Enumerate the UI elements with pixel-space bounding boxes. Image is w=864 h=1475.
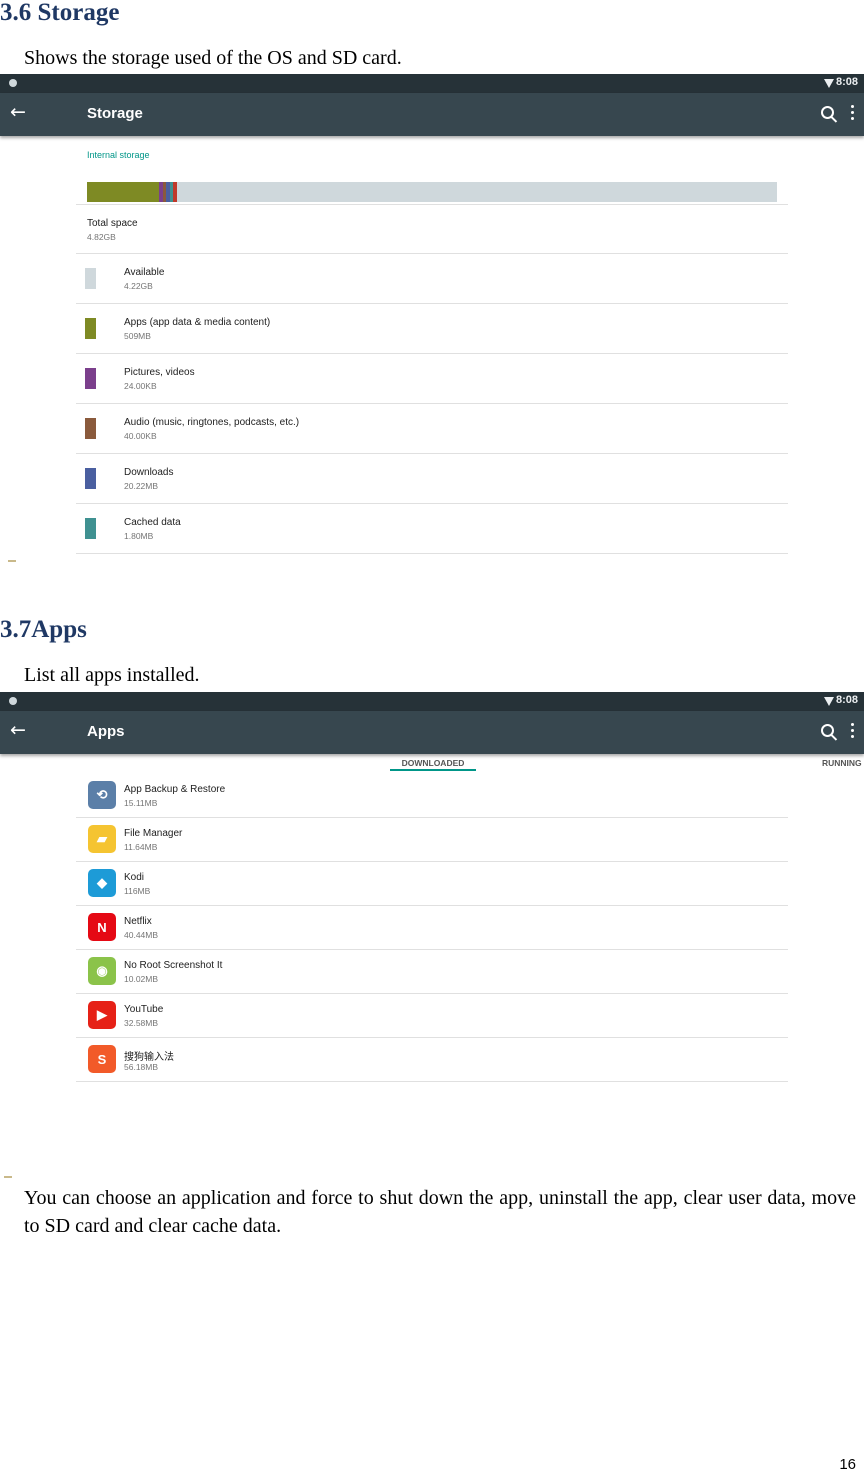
storage-item-row[interactable]: Downloads 20.22MB <box>76 453 788 503</box>
apps-heading: 3.7Apps <box>0 616 87 643</box>
app-name: No Root Screenshot It <box>124 960 223 971</box>
page-mark <box>4 1176 12 1178</box>
tab-downloaded[interactable]: DOWNLOADED <box>390 758 476 768</box>
list-divider <box>76 553 788 555</box>
storage-item-name: Apps (app data & media content) <box>124 317 271 328</box>
storage-item-size: 40.00KB <box>124 431 157 441</box>
notification-icon <box>9 79 17 87</box>
storage-toolbar: ← Storage <box>0 93 864 136</box>
app-size: 32.58MB <box>124 1018 159 1028</box>
storage-bar-segment <box>87 182 160 202</box>
storage-item-row[interactable]: Audio (music, ringtones, podcasts, etc.)… <box>76 403 788 453</box>
sogou-icon: S <box>88 1045 116 1073</box>
storage-bar-segment <box>173 182 177 202</box>
storage-item-size: 509MB <box>124 331 151 341</box>
storage-item-row[interactable]: Available 4.22GB <box>76 253 788 303</box>
apps-description: List all apps installed. <box>24 664 200 686</box>
page-number: 16 <box>839 1456 856 1473</box>
app-list-item[interactable]: N Netflix 40.44MB <box>76 906 788 950</box>
storage-heading: 3.6 Storage <box>0 0 120 26</box>
storage-item-row[interactable]: Cached data 1.80MB <box>76 503 788 553</box>
status-time: 8:08 <box>835 694 858 706</box>
app-name: 搜狗输入法 <box>124 1052 174 1063</box>
storage-item-size: 20.22MB <box>124 481 159 491</box>
more-options-icon[interactable] <box>851 105 854 122</box>
storage-description: Shows the storage used of the OS and SD … <box>24 47 402 69</box>
app-size: 11.64MB <box>124 842 158 852</box>
app-size: 15.11MB <box>124 798 158 808</box>
toolbar-title: Apps <box>87 723 125 740</box>
tab-running[interactable]: RUNNING <box>822 758 862 768</box>
backup-icon: ⟲ <box>88 781 116 809</box>
app-list-item[interactable]: ◆ Kodi 116MB <box>76 862 788 906</box>
status-bar: 8:08 <box>0 692 864 711</box>
notification-icon <box>9 697 17 705</box>
color-swatch <box>85 418 96 439</box>
back-arrow-icon[interactable]: ← <box>10 101 26 123</box>
app-name: File Manager <box>124 828 183 839</box>
app-list-item[interactable]: ▶ YouTube 32.58MB <box>76 994 788 1038</box>
wifi-icon <box>824 697 834 706</box>
apps-screenshot: 8:08 ← Apps DOWNLOADED RUNNING ⟲ App Back… <box>0 692 864 1084</box>
app-list-item[interactable]: ▰ File Manager 11.64MB <box>76 818 788 862</box>
app-list-item[interactable]: ◉ No Root Screenshot It 10.02MB <box>76 950 788 994</box>
search-icon[interactable] <box>821 724 834 737</box>
storage-item-size: 24.00KB <box>124 381 157 391</box>
wifi-icon <box>824 79 834 88</box>
total-space-value: 4.82GB <box>87 232 116 242</box>
app-name: App Backup & Restore <box>124 784 226 795</box>
internal-storage-label: Internal storage <box>87 150 150 160</box>
color-swatch <box>85 268 96 289</box>
storage-item-name: Audio (music, ringtones, podcasts, etc.) <box>124 417 300 428</box>
android-icon: ◉ <box>88 957 116 985</box>
netflix-icon: N <box>88 913 116 941</box>
search-icon[interactable] <box>821 106 834 119</box>
page-mark <box>8 560 16 562</box>
apps-tabs: DOWNLOADED RUNNING <box>0 754 864 772</box>
status-time: 8:08 <box>835 76 858 88</box>
total-space-row: Total space 4.82GB <box>76 204 788 254</box>
more-options-icon[interactable] <box>851 723 854 740</box>
status-bar: 8:08 <box>0 74 864 93</box>
app-name: YouTube <box>124 1004 164 1015</box>
color-swatch <box>85 368 96 389</box>
kodi-icon: ◆ <box>88 869 116 897</box>
storage-item-row[interactable]: Apps (app data & media content) 509MB <box>76 303 788 353</box>
storage-item-name: Downloads <box>124 467 174 478</box>
storage-usage-bar <box>87 182 777 202</box>
app-size: 10.02MB <box>124 974 159 984</box>
storage-item-size: 4.22GB <box>124 281 153 291</box>
storage-item-name: Cached data <box>124 517 181 528</box>
folder-icon: ▰ <box>88 825 116 853</box>
youtube-icon: ▶ <box>88 1001 116 1029</box>
app-size: 40.44MB <box>124 930 159 940</box>
app-list-item[interactable]: S 搜狗输入法 56.18MB <box>76 1038 788 1082</box>
app-size: 56.18MB <box>124 1062 159 1072</box>
storage-item-name: Available <box>124 267 165 278</box>
storage-item-size: 1.80MB <box>124 531 154 541</box>
storage-screenshot: 8:08 ← Storage Internal storage Total sp… <box>0 74 864 558</box>
color-swatch <box>85 468 96 489</box>
color-swatch <box>85 518 96 539</box>
closing-text: You can choose an application and force … <box>24 1187 856 1238</box>
apps-toolbar: ← Apps <box>0 711 864 754</box>
app-name: Kodi <box>124 872 145 883</box>
app-list-item[interactable]: ⟲ App Backup & Restore 15.11MB <box>76 774 788 818</box>
app-size: 116MB <box>124 886 151 896</box>
app-name: Netflix <box>124 916 152 927</box>
color-swatch <box>85 318 96 339</box>
total-space-label: Total space <box>87 218 138 229</box>
back-arrow-icon[interactable]: ← <box>10 719 26 741</box>
storage-item-name: Pictures, videos <box>124 367 195 378</box>
storage-item-row[interactable]: Pictures, videos 24.00KB <box>76 353 788 403</box>
tab-indicator <box>390 769 476 771</box>
toolbar-title: Storage <box>87 105 143 122</box>
